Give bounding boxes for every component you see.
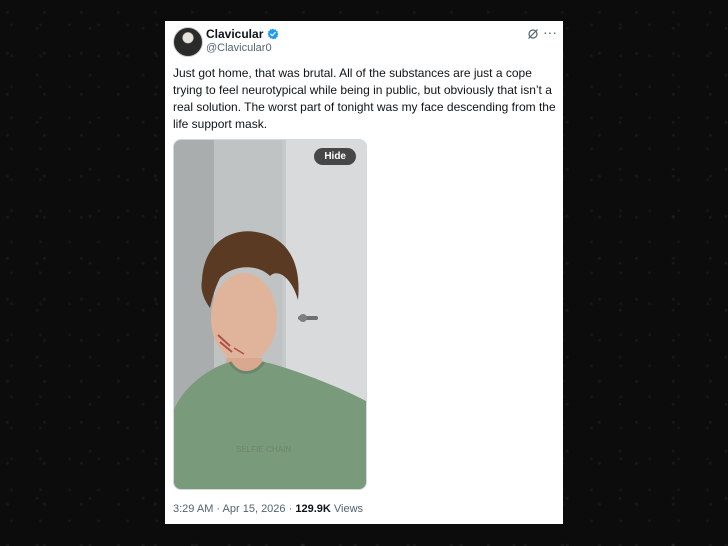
tweet-text: Just got home, that was brutal. All of t… (173, 66, 556, 131)
avatar[interactable] (173, 27, 203, 57)
more-icon[interactable]: ··· (543, 24, 557, 40)
author-name-row: Clavicular (206, 27, 279, 41)
hide-media-button[interactable]: Hide (314, 148, 356, 165)
display-name[interactable]: Clavicular (206, 27, 263, 41)
views-label: Views (333, 503, 364, 515)
grok-icon[interactable] (527, 28, 539, 40)
tweet-meta: 3:29 AM · Apr 15, 2026 · 129.9K Views (173, 503, 363, 515)
meta-separator: · (216, 503, 221, 515)
media-photo: SELFIE·CHAIN (174, 140, 366, 489)
handle[interactable]: @Clavicular0 (206, 42, 272, 54)
meta-separator-2: · (288, 503, 293, 515)
svg-text:SELFIE·CHAIN: SELFIE·CHAIN (236, 445, 291, 454)
tweet-media[interactable]: SELFIE·CHAIN Hide (173, 139, 367, 490)
verified-badge-icon (267, 28, 279, 40)
tweet-card: Clavicular @Clavicular0 ··· Just got hom… (165, 21, 563, 524)
tweet-time[interactable]: 3:29 AM (173, 503, 213, 515)
tweet-date[interactable]: Apr 15, 2026 (223, 503, 286, 515)
views-count[interactable]: 129.9K (295, 503, 330, 515)
